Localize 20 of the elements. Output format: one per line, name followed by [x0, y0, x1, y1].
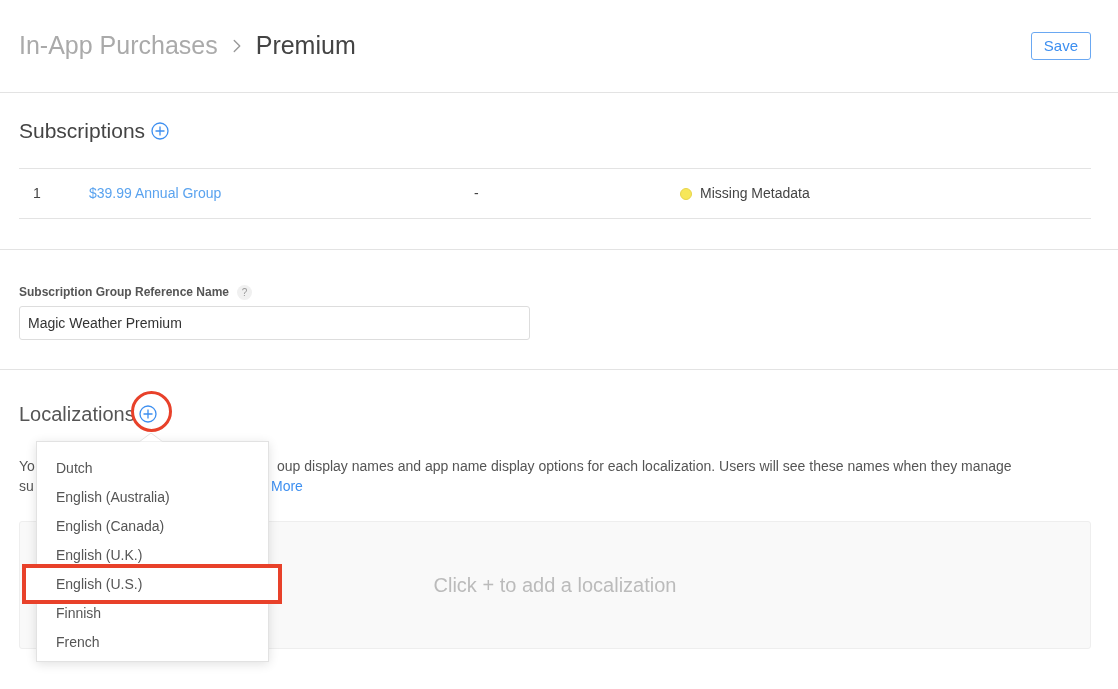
language-option[interactable]: English (U.S.)	[22, 564, 282, 604]
add-icon[interactable]	[151, 121, 170, 140]
reference-name-field[interactable]: Magic Weather Premium	[19, 306, 530, 340]
language-option[interactable]: English (Canada)	[37, 516, 268, 536]
language-option[interactable]: English (U.K.)	[37, 545, 268, 565]
section-title: Subscriptions	[19, 117, 146, 144]
language-option[interactable]: Dutch	[37, 458, 268, 478]
language-option[interactable]: French	[37, 632, 268, 652]
description-text: oup display names and app name display options for each localization. Users will see these names when they manage	[277, 457, 1012, 476]
description-text: su	[19, 478, 34, 494]
page-title: Premium	[255, 30, 356, 62]
description-text: Yo	[19, 458, 35, 474]
language-option[interactable]: Finnish	[37, 603, 268, 623]
field-label: Subscription Group Reference Name	[19, 284, 230, 301]
status-text: Missing Metadata	[700, 184, 810, 203]
table-cell-text: -	[474, 184, 480, 203]
rank-cell-text: 1	[32, 184, 42, 203]
empty-state-text: Click + to add a localization	[433, 573, 677, 598]
add-icon[interactable]	[138, 405, 157, 423]
language-option[interactable]: English (Australia)	[37, 487, 268, 507]
